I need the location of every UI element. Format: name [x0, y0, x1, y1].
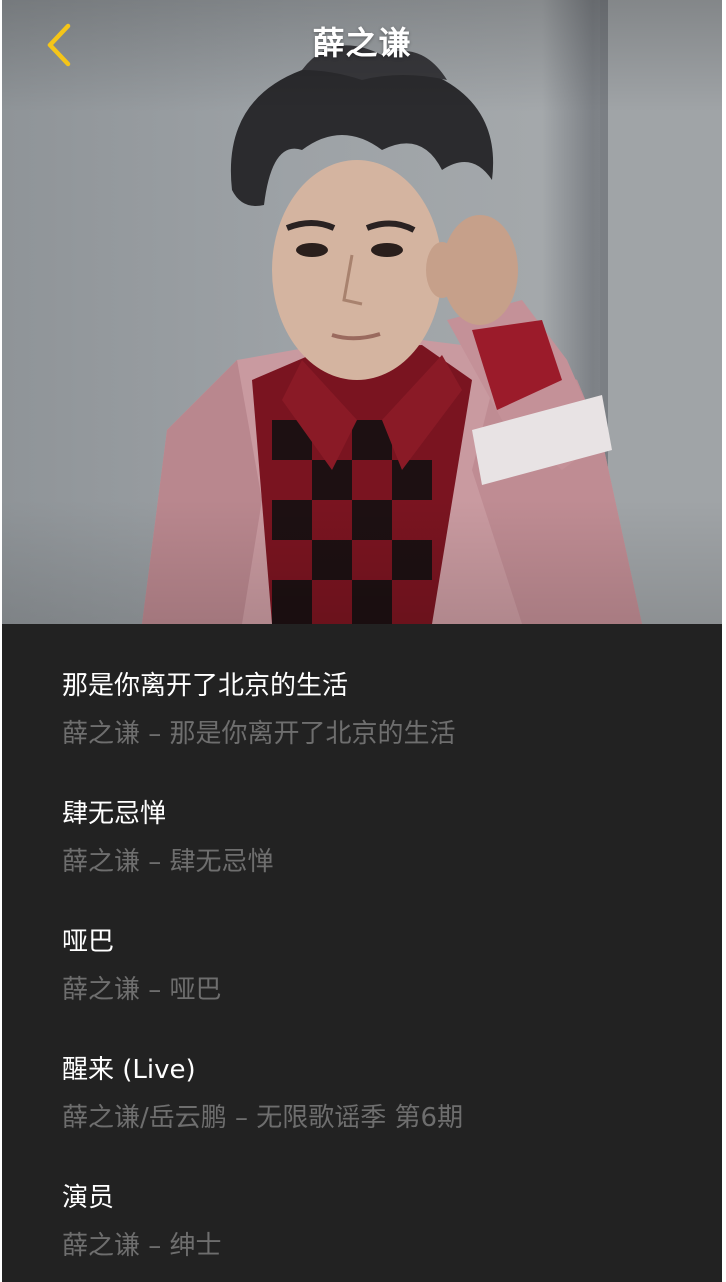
song-artist-album: 薛之谦 – 绅士 [62, 1231, 222, 1261]
song-artist-album: 薛之谦 – 哑巴 [62, 975, 222, 1005]
back-button[interactable] [32, 18, 86, 72]
song-title: 演员 [62, 1183, 115, 1213]
song-artist-album: 薛之谦 – 肆无忌惮 [62, 847, 274, 877]
artist-photo [2, 0, 722, 624]
song-artist-album: 薛之谦 – 那是你离开了北京的生活 [62, 719, 456, 749]
artist-portrait-image [142, 0, 722, 624]
song-title: 醒来 (Live) [62, 1055, 196, 1085]
song-item[interactable]: 肆无忌惮 薛之谦 – 肆无忌惮 [2, 752, 722, 880]
song-item[interactable]: 那是你离开了北京的生活 薛之谦 – 那是你离开了北京的生活 [2, 624, 722, 752]
artist-page: 薛之谦 那是你离开了北京的生活 薛之谦 – 那是你离开了北京的生活 肆无忌惮 薛… [2, 0, 722, 1282]
song-title: 那是你离开了北京的生活 [62, 671, 349, 701]
page-title: 薛之谦 [312, 24, 412, 62]
song-item[interactable]: 哑巴 薛之谦 – 哑巴 [2, 880, 722, 1008]
song-artist-album: 薛之谦/岳云鹏 – 无限歌谣季 第6期 [62, 1103, 464, 1133]
chevron-left-icon [47, 23, 71, 67]
song-title: 肆无忌惮 [62, 799, 167, 829]
song-item[interactable]: 演员 薛之谦 – 绅士 [2, 1136, 722, 1264]
song-item[interactable]: 醒来 (Live) 薛之谦/岳云鹏 – 无限歌谣季 第6期 [2, 1008, 722, 1136]
song-title: 哑巴 [62, 927, 115, 957]
